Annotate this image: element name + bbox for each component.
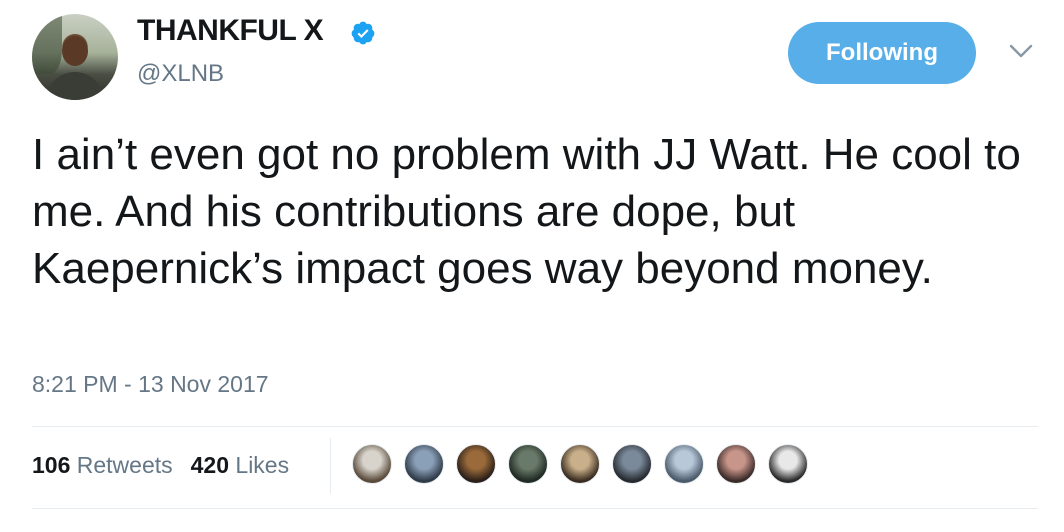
liker-avatar-4[interactable]	[508, 444, 548, 484]
liker-avatar-3[interactable]	[456, 444, 496, 484]
liker-avatar-5[interactable]	[560, 444, 600, 484]
verified-badge-icon	[351, 21, 375, 45]
tweet-timestamp[interactable]: 8:21 PM - 13 Nov 2017	[32, 371, 269, 398]
user-handle[interactable]: @XLNB	[137, 60, 224, 88]
retweets-label: Retweets	[76, 452, 173, 478]
liker-avatar-7[interactable]	[664, 444, 704, 484]
avatar-shirt	[46, 72, 104, 100]
bottom-divider	[32, 508, 1038, 509]
display-name[interactable]: THANKFUL X	[137, 14, 324, 48]
liker-avatars	[352, 444, 808, 484]
profile-avatar[interactable]	[32, 14, 118, 100]
liker-avatar-6[interactable]	[612, 444, 652, 484]
tweet-text: I ain’t even got no problem with JJ Watt…	[32, 130, 1021, 293]
likes-label: Likes	[235, 452, 290, 478]
avatar-face	[62, 36, 88, 66]
following-button[interactable]: Following	[788, 22, 976, 84]
avatar-background	[32, 14, 62, 74]
likes-count: 420	[190, 452, 230, 478]
liker-avatar-1[interactable]	[352, 444, 392, 484]
liker-avatar-9[interactable]	[768, 444, 808, 484]
stats-divider	[330, 438, 331, 494]
tweet-stats: 106 Retweets 420 Likes	[32, 452, 289, 479]
liker-avatar-2[interactable]	[404, 444, 444, 484]
retweets-count: 106	[32, 452, 71, 478]
chevron-down-icon[interactable]	[1008, 42, 1034, 60]
liker-avatar-8[interactable]	[716, 444, 756, 484]
likes-stat[interactable]: 420 Likes	[191, 452, 289, 479]
top-divider	[32, 426, 1038, 427]
retweets-stat[interactable]: 106 Retweets	[32, 452, 173, 479]
